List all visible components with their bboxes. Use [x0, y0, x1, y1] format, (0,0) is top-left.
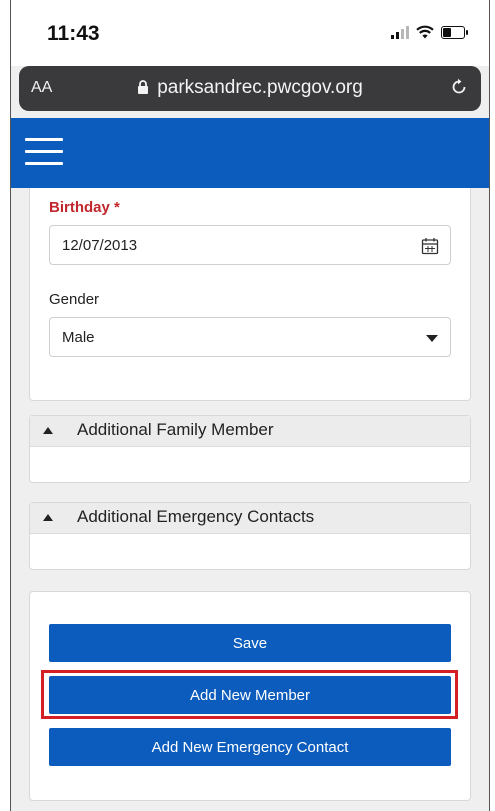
url-text: parksandrec.pwcgov.org: [157, 77, 363, 98]
signal-icon: [391, 25, 409, 39]
site-header: [11, 118, 489, 188]
hamburger-menu-icon[interactable]: [25, 138, 63, 168]
family-member-section-toggle[interactable]: Additional Family Member: [30, 416, 470, 447]
collapse-triangle-icon: [43, 514, 53, 521]
lock-icon: [138, 80, 149, 94]
calendar-icon[interactable]: [421, 237, 439, 255]
chevron-down-icon: [426, 335, 438, 342]
highlight-box: [41, 670, 458, 719]
battery-icon: [441, 25, 468, 39]
emergency-contacts-section-toggle[interactable]: Additional Emergency Contacts: [30, 503, 470, 534]
gender-value: Male: [62, 329, 95, 346]
member-details-card: Birthday * 12/07/2013 Gender Male: [29, 188, 471, 401]
address-bar[interactable]: AA parksandrec.pwcgov.org: [19, 66, 481, 111]
collapse-triangle-icon: [43, 427, 53, 434]
status-time: 11:43: [47, 22, 100, 45]
status-bar: 11:43: [11, 0, 489, 66]
status-icons: [391, 24, 468, 40]
family-member-section: Additional Family Member: [29, 415, 471, 483]
reload-icon[interactable]: [449, 77, 469, 97]
gender-label: Gender: [49, 291, 100, 308]
add-emergency-contact-button[interactable]: Add New Emergency Contact: [49, 728, 451, 766]
birthday-input[interactable]: 12/07/2013: [49, 225, 451, 265]
phone-screen: 11:43 AA parksandrec.pwcgov.org Birthday…: [10, 0, 490, 811]
wifi-icon: [416, 25, 434, 39]
gender-select[interactable]: Male: [49, 317, 451, 357]
birthday-value: 12/07/2013: [62, 237, 138, 254]
url-display[interactable]: parksandrec.pwcgov.org: [19, 77, 481, 99]
required-asterisk: *: [114, 199, 120, 216]
emergency-contacts-section: Additional Emergency Contacts: [29, 502, 471, 570]
save-button[interactable]: Save: [49, 624, 451, 662]
birthday-label: Birthday *: [49, 199, 120, 216]
section-title: Additional Family Member: [77, 420, 274, 439]
section-title: Additional Emergency Contacts: [77, 507, 315, 526]
